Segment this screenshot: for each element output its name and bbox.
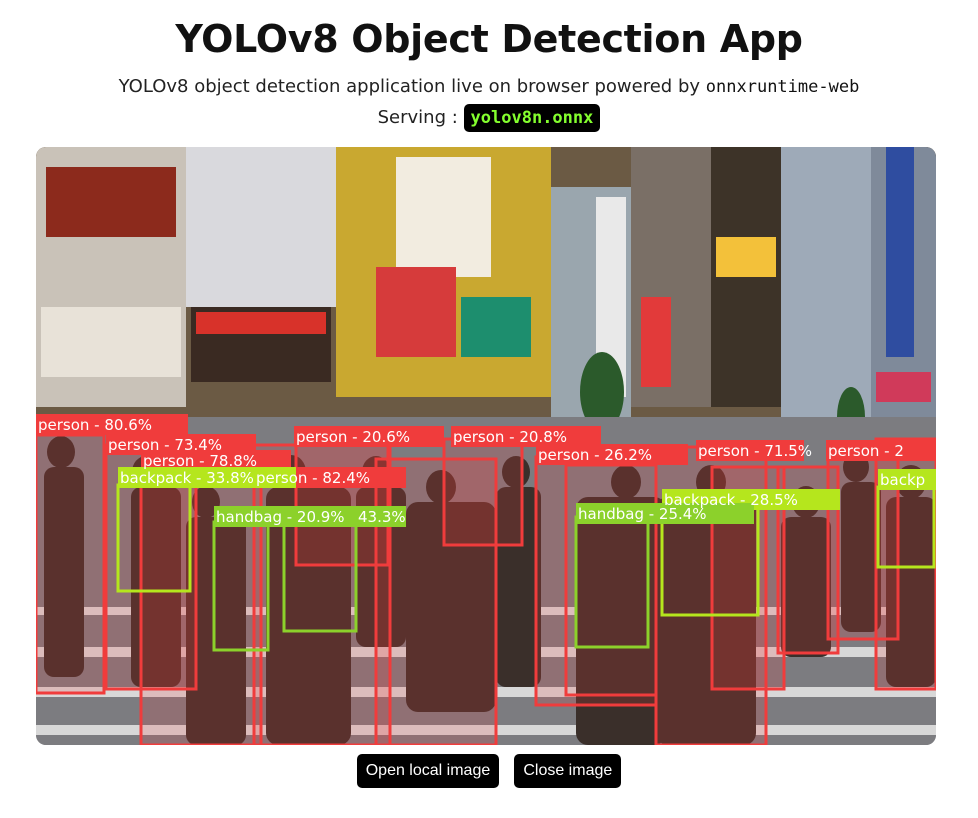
detection-label: person - 78.8% — [143, 452, 257, 470]
detection-label: handbag - 20.9% — [216, 508, 345, 526]
detection-label: person - 80.6% — [38, 416, 152, 434]
detection-label: person - 20.8% — [453, 428, 567, 446]
detection-label: person - 82.4% — [256, 469, 370, 487]
app-subtitle: YOLOv8 object detection application live… — [0, 76, 978, 97]
model-name-badge: yolov8n.onnx — [463, 104, 601, 132]
detection-label: backp — [880, 471, 925, 489]
image-viewer: person - 80.6% person - 73.4% person - 2… — [36, 147, 936, 745]
serving-row: Serving : yolov8n.onnx — [0, 104, 978, 132]
detection-label: backpack - 28.5% — [664, 491, 798, 509]
street-scene-image: person - 80.6% person - 73.4% person - 2… — [36, 147, 936, 745]
action-buttons: Open local image Close image — [0, 754, 978, 788]
subtitle-text: YOLOv8 object detection application live… — [118, 76, 701, 97]
runtime-name: onnxruntime-web — [705, 77, 860, 97]
detection-label: 43.3% — [358, 508, 406, 526]
close-image-button[interactable]: Close image — [514, 754, 622, 788]
detection-label: person - 26.2% — [538, 446, 652, 464]
open-local-image-button[interactable]: Open local image — [356, 754, 500, 788]
page-title: YOLOv8 Object Detection App — [175, 17, 803, 61]
serving-label: Serving : — [377, 107, 458, 128]
detection-label: person - 71.5% — [698, 442, 812, 460]
detection-label: person - 2 — [828, 442, 904, 460]
detection-label: person - 20.6% — [296, 428, 410, 446]
detection-label: backpack - 33.8% — [120, 469, 254, 487]
